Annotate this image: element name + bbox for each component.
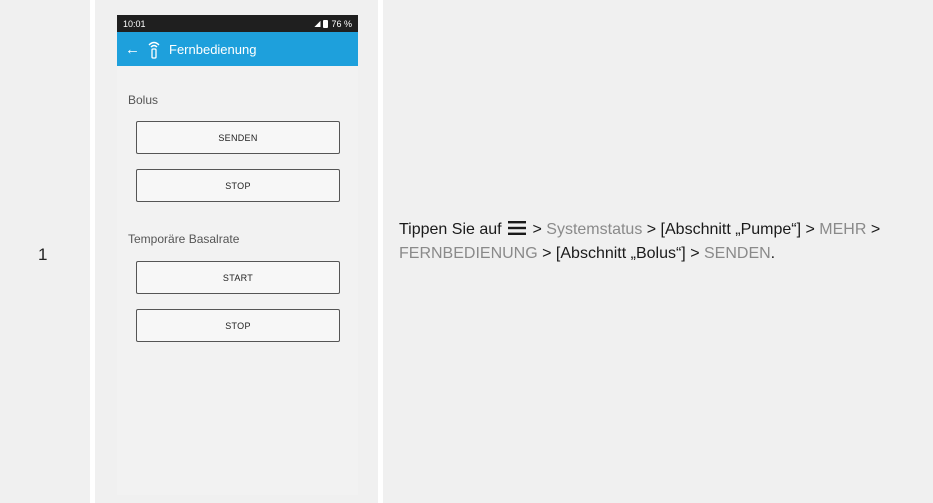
phone-screenshot: 10:01 ◢ 76 % ← Fernbedienung Bolus SENDE… (117, 15, 358, 495)
bolus-section-label: Bolus (128, 93, 159, 107)
app-bar: ← Fernbedienung (117, 32, 358, 66)
remote-control-icon (148, 41, 160, 59)
temp-basal-stop-button[interactable]: STOP (136, 309, 340, 342)
battery-icon (323, 19, 329, 28)
instr-sep3: > (866, 221, 881, 238)
menu-icon (508, 221, 527, 236)
instr-sep4: > [Abschnitt „Bolus“] > (537, 245, 704, 262)
step-number: 1 (38, 245, 48, 264)
instruction-text: Tippen Sie auf > Systemstatus > [Abschni… (399, 218, 909, 266)
step-number-cell: 1 (0, 0, 90, 503)
instr-prefix: Tippen Sie auf (399, 221, 502, 238)
page-title: Fernbedienung (169, 41, 257, 57)
status-bar: 10:01 ◢ 76 % (117, 15, 358, 32)
senden-link: SENDEN (703, 245, 771, 262)
temp-basal-start-button[interactable]: START (136, 261, 340, 294)
temp-basal-section-label: Temporäre Basalrate (128, 232, 240, 246)
mehr-link: MEHR (819, 221, 867, 238)
battery-level: 76 % (331, 18, 352, 29)
instr-sep2: > [Abschnitt „Pumpe“] > (642, 221, 820, 238)
bolus-stop-button[interactable]: STOP (136, 169, 340, 202)
status-time: 10:01 (123, 18, 146, 29)
fernbedienung-link: FERNBEDIENUNG (399, 245, 538, 262)
signal-icon: ◢ (314, 19, 321, 28)
systemstatus-link: Systemstatus (546, 221, 643, 238)
instr-sep1: > (528, 221, 547, 238)
status-icons: ◢ 76 % (314, 19, 352, 29)
bolus-send-button[interactable]: SENDEN (136, 121, 340, 154)
back-arrow-icon[interactable]: ← (125, 41, 147, 58)
instr-suffix: . (770, 245, 776, 262)
